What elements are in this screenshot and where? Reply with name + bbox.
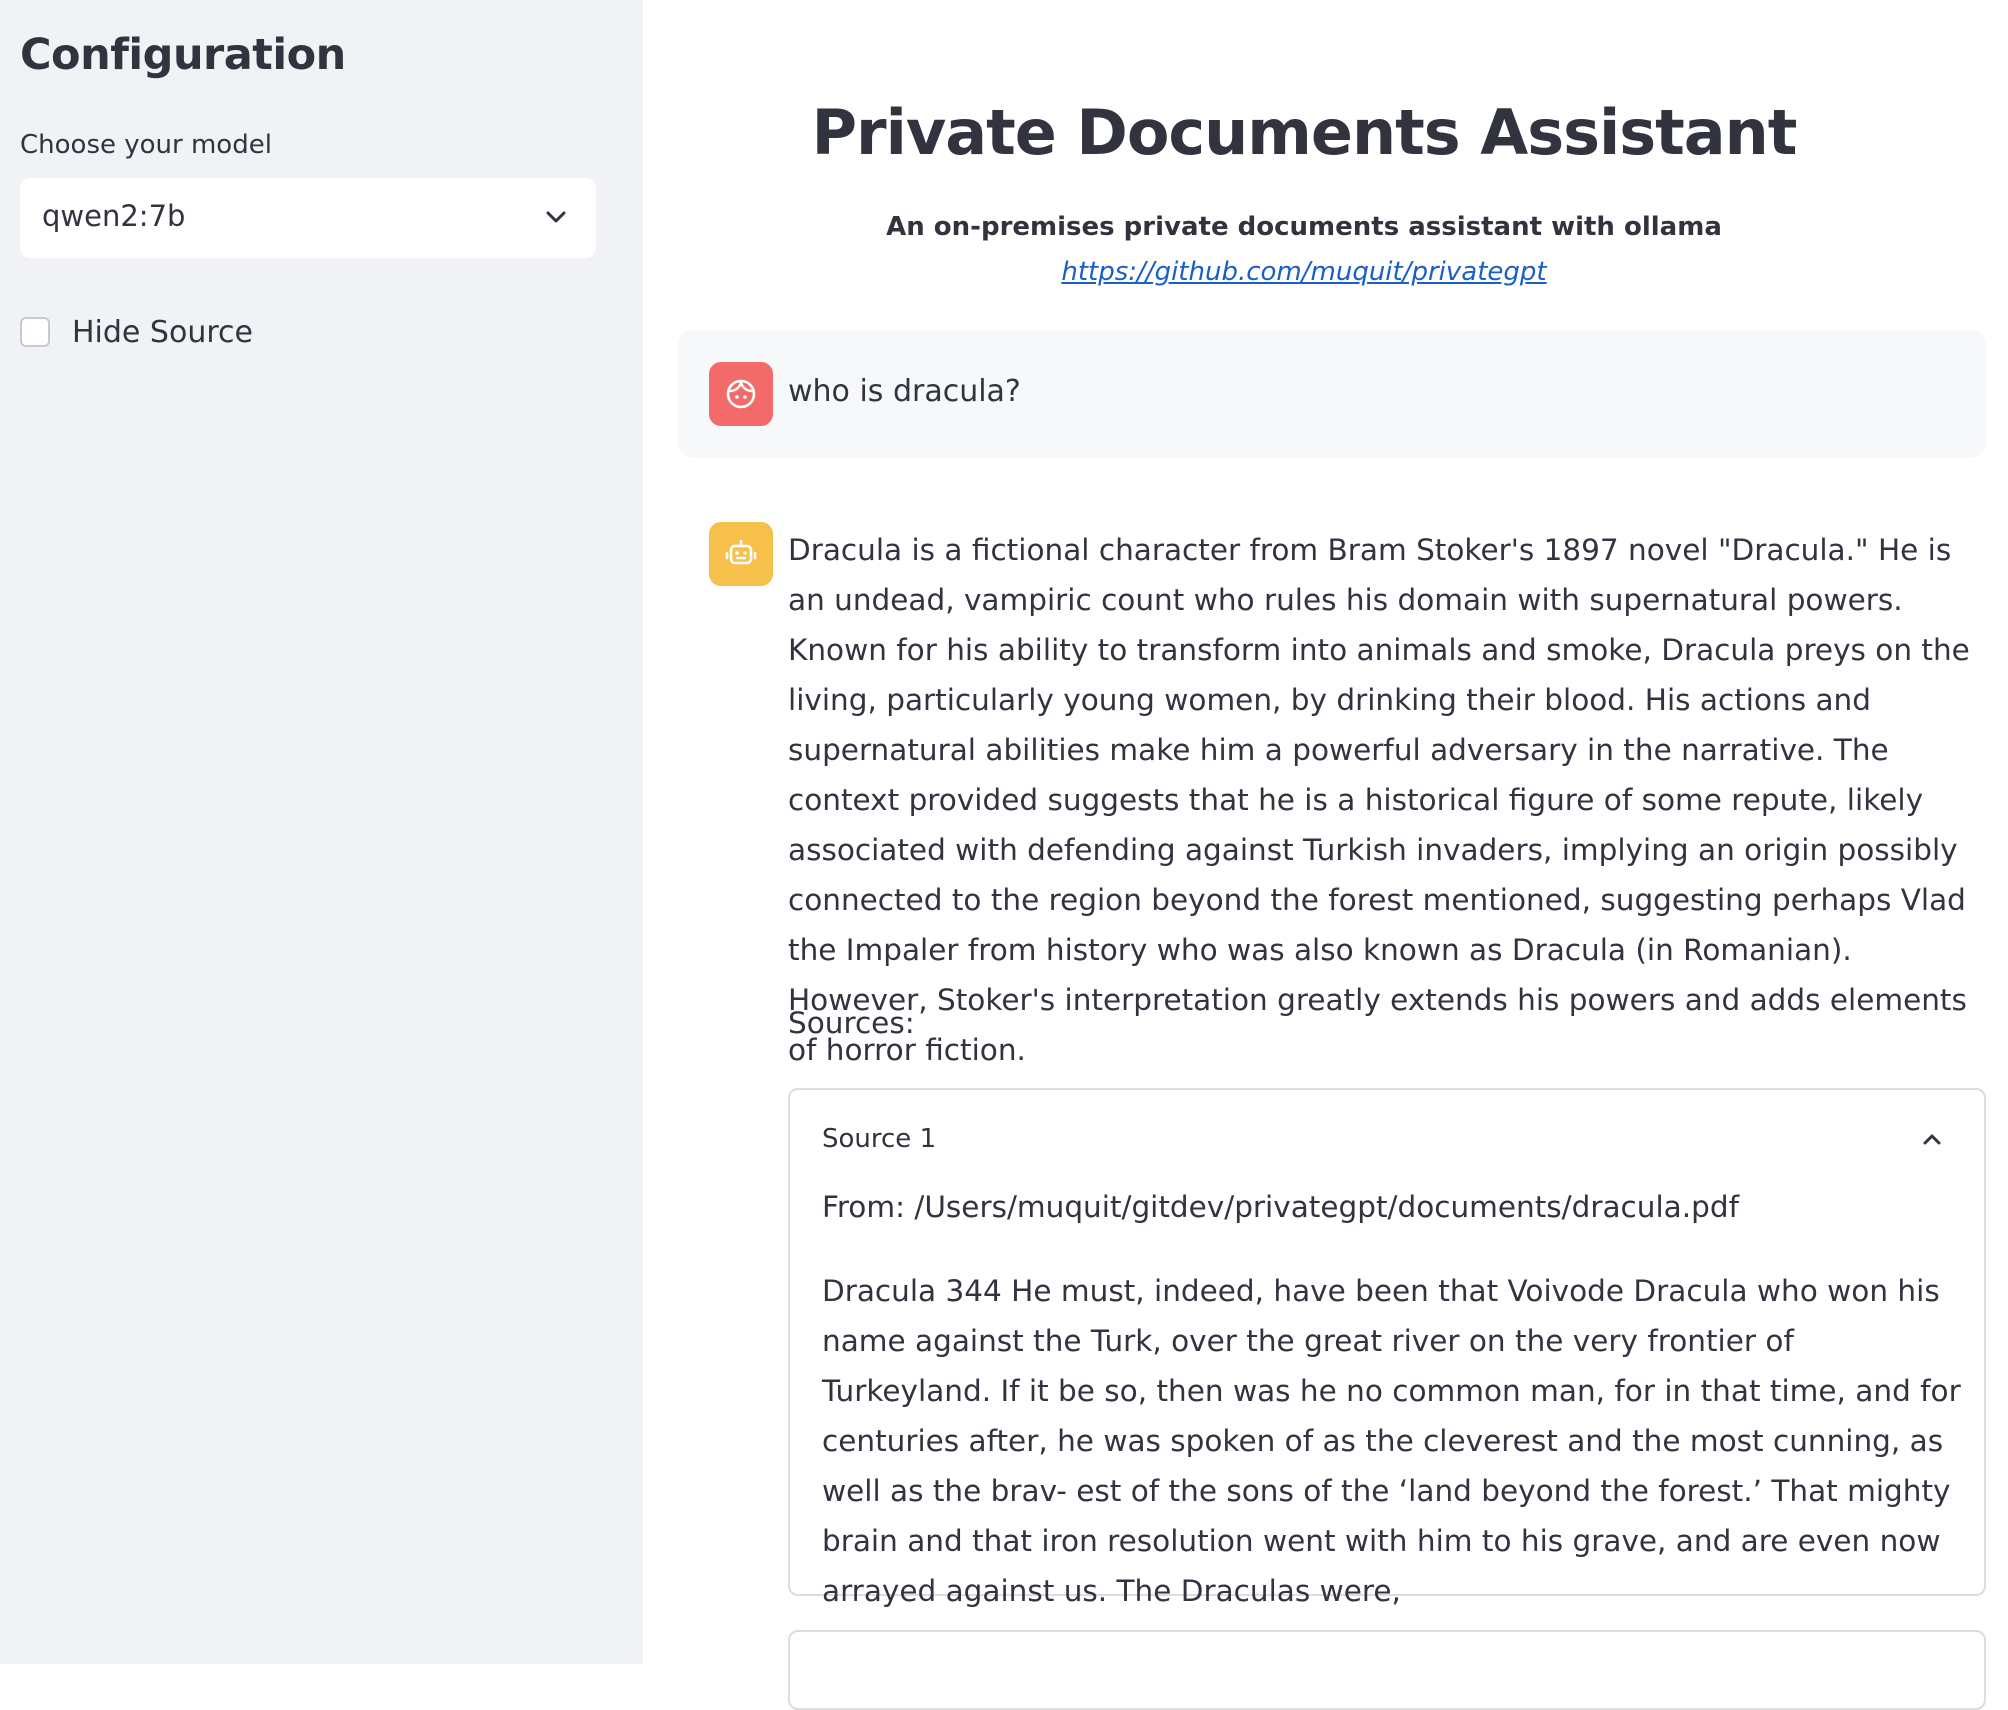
assistant-message-text: Dracula is a fictional character from Br…: [788, 525, 1988, 1075]
sources-label: Sources:: [788, 1006, 915, 1040]
source-path: From: /Users/muquit/gitdev/privategpt/do…: [822, 1190, 1739, 1224]
chevron-down-icon: [546, 211, 566, 223]
user-avatar: [709, 362, 773, 426]
main-content: Private Documents Assistant An on-premis…: [643, 0, 2008, 1710]
hide-source-checkbox[interactable]: [20, 317, 50, 347]
model-select-label: Choose your model: [20, 130, 272, 160]
sidebar: Configuration Choose your model qwen2:7b…: [0, 0, 643, 1664]
page-title: Private Documents Assistant: [811, 96, 1798, 169]
user-face-icon: [726, 379, 756, 409]
model-select[interactable]: qwen2:7b: [20, 178, 596, 258]
hide-source-row[interactable]: Hide Source: [20, 312, 253, 352]
assistant-avatar: [709, 522, 773, 586]
source-expander-next[interactable]: [788, 1630, 1986, 1710]
source-expander: Source 1 From: /Users/muquit/gitdev/priv…: [788, 1088, 1986, 1608]
source-expander-title[interactable]: Source 1: [822, 1124, 936, 1154]
assistant-message-paragraph: Dracula is a fictional character from Br…: [788, 533, 1970, 1067]
page-subtitle: An on-premises private documents assista…: [886, 212, 1722, 242]
chevron-up-icon[interactable]: [1920, 1130, 1944, 1148]
sidebar-title: Configuration: [20, 30, 346, 80]
repo-link[interactable]: https://github.com/muquit/privategpt: [1061, 257, 1546, 287]
user-message-text: who is dracula?: [788, 374, 1021, 409]
repo-link-container: https://github.com/muquit/privategpt: [643, 257, 1965, 287]
model-select-value: qwen2:7b: [42, 199, 186, 233]
source-content: Dracula 344 He must, indeed, have been t…: [822, 1274, 1961, 1608]
hide-source-label[interactable]: Hide Source: [72, 315, 253, 350]
robot-face-icon: [725, 539, 757, 565]
user-message: who is dracula?: [678, 330, 1986, 458]
